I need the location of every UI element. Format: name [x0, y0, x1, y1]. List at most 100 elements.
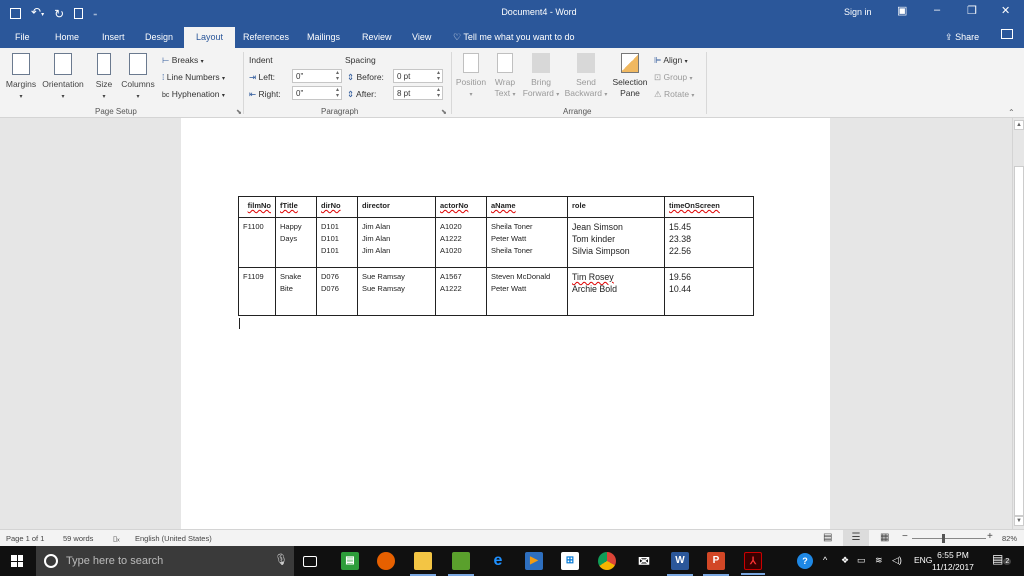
arrange-group-label: Arrange [563, 107, 592, 116]
margins-button[interactable]: Margins ▾ [4, 53, 38, 103]
breaks-icon: ⊢ [162, 55, 170, 65]
scroll-thumb[interactable] [1014, 166, 1024, 516]
hyphenation-icon: bc [162, 92, 170, 99]
vertical-scrollbar[interactable]: ▲ ▼ [1012, 118, 1024, 529]
wrap-text-button[interactable]: Wrap Text ▾ [492, 53, 518, 101]
header-cell: timeOnScreen [664, 196, 754, 218]
spacing-after-input[interactable]: 8 pt ▴ ▾ [393, 86, 443, 100]
line-numbers-icon: ⁞ [162, 72, 165, 82]
selection-pane-button[interactable]: Selection Pane [610, 53, 650, 99]
close-button[interactable]: ✕ [1001, 4, 1010, 17]
microphone-icon[interactable]: 🎙 [274, 553, 288, 566]
web-layout-icon[interactable]: ▦ [880, 532, 889, 543]
breaks-button[interactable]: ⊢ Breaks ▾ [162, 55, 204, 66]
action-center-icon[interactable]: ▤ 2 [992, 552, 1012, 566]
green-app-icon[interactable] [448, 552, 474, 576]
bring-forward-button[interactable]: Bring Forward ▾ [521, 53, 561, 101]
columns-button[interactable]: Columns ▾ [119, 53, 157, 103]
media-player-icon[interactable]: ▶ [525, 552, 543, 570]
rotate-button[interactable]: ⚠ Rotate ▾ [654, 89, 694, 100]
word-count[interactable]: 59 words [63, 534, 93, 543]
taskbar-search[interactable]: Type here to search 🎙 [36, 546, 294, 576]
tab-home[interactable]: Home [55, 32, 79, 42]
tab-file[interactable]: File [15, 32, 30, 42]
ribbon-tabs: File Home Insert Design Layout Reference… [0, 26, 1024, 48]
mail-icon[interactable]: ✉ [635, 552, 653, 570]
chrome-icon[interactable] [598, 552, 616, 570]
proofing-icon[interactable]: ▯ₓ [113, 534, 120, 543]
page-count[interactable]: Page 1 of 1 [6, 534, 44, 543]
group-button[interactable]: ⊡ Group ▾ [654, 72, 693, 83]
language[interactable]: English (United States) [135, 534, 212, 543]
paragraph-launcher-icon[interactable]: ⬊ [441, 108, 447, 116]
tab-references[interactable]: References [243, 32, 289, 42]
edge-icon[interactable]: e [489, 552, 507, 570]
align-button[interactable]: ⊫ Align ▾ [654, 55, 688, 66]
scroll-up-icon[interactable]: ▲ [1014, 120, 1024, 130]
clock-date: 11/12/2017 [932, 562, 974, 572]
sign-in-link[interactable]: Sign in [844, 7, 872, 17]
zoom-level[interactable]: 82% [1002, 534, 1017, 543]
table-cell: Steven McDonald Peter Watt [486, 267, 568, 316]
indent-right-input[interactable]: 0" ▴ ▾ [292, 86, 342, 100]
tab-design[interactable]: Design [145, 32, 173, 42]
battery-icon[interactable]: ▭ [857, 555, 866, 566]
table-row: F1100 Happy Days D101 D101 D101 Jim Alan Jim… [238, 217, 754, 268]
read-mode-icon[interactable]: ▤ [823, 532, 832, 543]
cortana-icon [44, 554, 58, 568]
orientation-button[interactable]: Orientation ▾ [40, 53, 86, 103]
word-icon[interactable]: W [667, 552, 693, 576]
spacing-before-input[interactable]: 0 pt ▴ ▾ [393, 69, 443, 83]
dropbox-icon[interactable]: ❖ [841, 555, 849, 566]
windows-start-icon[interactable] [11, 555, 23, 567]
hyphenation-button[interactable]: bc Hyphenation ▾ [162, 89, 225, 99]
zoom-in-button[interactable]: + [987, 531, 993, 542]
document-page[interactable]: filmNo fTitle dirNo director actorNo aNa… [181, 118, 830, 529]
line-numbers-button[interactable]: ⁞ Line Numbers ▾ [162, 72, 225, 82]
wifi-icon[interactable]: ≋ [875, 555, 883, 566]
minimize-button[interactable]: – [934, 4, 940, 16]
table-cell: Jean Simson Tom kinder Silvia Simpson [567, 217, 665, 268]
page-setup-launcher-icon[interactable]: ⬊ [236, 108, 242, 116]
tab-layout[interactable]: Layout [184, 27, 236, 48]
tab-review[interactable]: Review [362, 32, 392, 42]
indent-right-icon: ⇤ [249, 89, 257, 99]
zoom-slider[interactable] [912, 534, 986, 543]
clock[interactable]: 6:55 PM 11/12/2017 [932, 549, 974, 573]
powerpoint-icon[interactable]: P [703, 552, 729, 576]
indent-left-input[interactable]: 0" ▴ ▾ [292, 69, 342, 83]
store-icon[interactable]: ⊞ [561, 552, 579, 570]
zoom-out-button[interactable]: − [902, 531, 908, 542]
evernote-icon[interactable]: ▤ [341, 552, 359, 570]
size-button[interactable]: Size ▾ [92, 53, 116, 103]
page-setup-group-label: Page Setup [95, 107, 137, 116]
header-cell: actorNo [435, 196, 487, 218]
send-backward-button[interactable]: Send Backward ▾ [564, 53, 608, 101]
collapse-ribbon-icon[interactable]: ⌃ [1008, 108, 1015, 117]
scroll-down-icon[interactable]: ▼ [1014, 516, 1024, 526]
tab-insert[interactable]: Insert [102, 32, 125, 42]
table-cell: F1100 [238, 217, 276, 268]
volume-icon[interactable]: ◁) [892, 555, 902, 566]
help-icon[interactable]: ? [797, 553, 813, 569]
share-label: Share [955, 32, 980, 42]
ribbon-display-options-icon[interactable]: ▣ [897, 4, 907, 17]
zoom-slider-thumb[interactable] [942, 534, 946, 543]
task-view-icon[interactable] [303, 556, 317, 567]
print-layout-icon[interactable]: ☰ [843, 530, 869, 546]
rotate-icon: ⚠ [654, 89, 662, 99]
restore-button[interactable]: ❐ [967, 4, 977, 17]
acrobat-icon[interactable]: ⅄ [741, 552, 765, 575]
tab-mailings[interactable]: Mailings [307, 32, 340, 42]
header-cell: aName [486, 196, 568, 218]
tell-me-box[interactable]: ♡ Tell me what you want to do [453, 32, 574, 43]
firefox-icon[interactable] [377, 552, 395, 570]
show-hidden-icons-chevron-icon[interactable]: ^ [823, 555, 827, 565]
align-icon: ⊫ [654, 55, 662, 65]
comments-icon[interactable] [1001, 29, 1013, 39]
file-explorer-icon[interactable] [410, 552, 436, 576]
tab-view[interactable]: View [412, 32, 431, 42]
language-indicator[interactable]: ENG [914, 555, 932, 565]
position-button[interactable]: Position ▾ [454, 53, 488, 101]
share-button[interactable]: ⇪ Share [945, 32, 979, 43]
